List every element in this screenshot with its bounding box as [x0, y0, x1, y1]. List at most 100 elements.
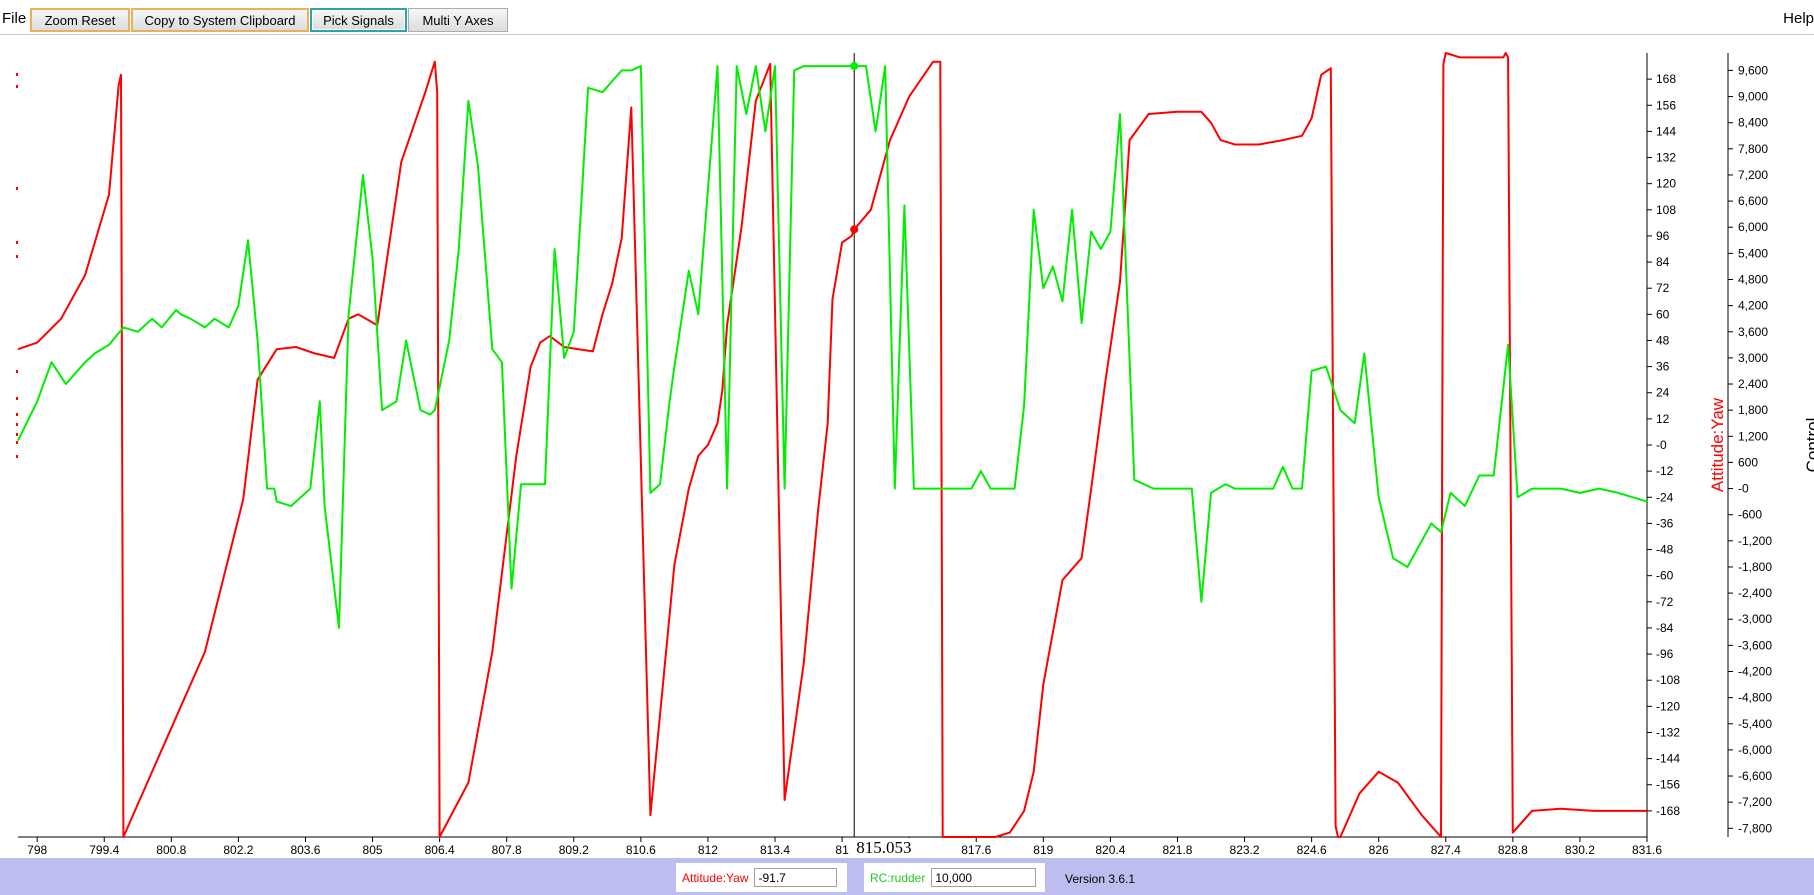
- x-tick-label: 813.4: [760, 843, 790, 857]
- control-tick-label: 3,600: [1738, 325, 1768, 339]
- edge-marker: [16, 241, 18, 244]
- x-tick-label: 812: [698, 843, 718, 857]
- x-tick-label: 81: [835, 843, 849, 857]
- yaw-tick-label: -84: [1656, 621, 1674, 635]
- x-tick-label: 809.2: [559, 843, 589, 857]
- edge-marker: [16, 441, 18, 444]
- edge-marker: [16, 397, 18, 400]
- x-tick-label: 817.6: [961, 843, 991, 857]
- x-tick-label: 824.6: [1297, 843, 1327, 857]
- toolbar: File Zoom Reset Copy to System Clipboard…: [0, 0, 1814, 35]
- yaw-tick-label: -156: [1656, 778, 1680, 792]
- yaw-tick-label: -12: [1656, 464, 1674, 478]
- status-bar: Attitude:Yaw RC:rudder Version 3.6.1: [0, 858, 1814, 895]
- edge-marker: [16, 370, 18, 373]
- edge-marker: [16, 423, 18, 426]
- yaw-axis-ticks: 168 156 144 132 120 108 96 84 72 60 48 36 24 12 -0 -12 -…: [1647, 72, 1680, 818]
- yaw-tick-label: 156: [1656, 98, 1676, 112]
- x-tick-label: 810.6: [626, 843, 656, 857]
- yaw-tick-label: -96: [1656, 647, 1674, 661]
- yaw-tick-label: -144: [1656, 752, 1680, 766]
- menu-help[interactable]: Help: [1783, 10, 1814, 27]
- x-tick-label: 803.6: [290, 843, 320, 857]
- edge-marker: [16, 73, 18, 76]
- yaw-tick-label: -36: [1656, 516, 1674, 530]
- x-tick-label: 820.4: [1095, 843, 1125, 857]
- control-tick-label: -4,800: [1738, 691, 1772, 705]
- yaw-tick-label: 96: [1656, 229, 1670, 243]
- control-tick-label: -5,400: [1738, 717, 1772, 731]
- plot-area[interactable]: 168 156 144 132 120 108 96 84 72 60 48 36 24 12 -0 -12 -…: [0, 35, 1814, 858]
- yaw-tick-label: -72: [1656, 595, 1674, 609]
- x-tick-label: 799.4: [89, 843, 119, 857]
- version-label: Version 3.6.1: [1065, 872, 1136, 886]
- control-tick-label: 5,400: [1738, 246, 1768, 260]
- edge-marker: [16, 413, 18, 416]
- yaw-tick-label: -168: [1656, 804, 1680, 818]
- yaw-axis-label: Attitude:Yaw: [1708, 397, 1727, 492]
- yaw-tick-label: 60: [1656, 307, 1670, 321]
- edge-marker: [16, 433, 18, 436]
- pick-signals-button[interactable]: Pick Signals: [310, 8, 407, 32]
- control-tick-label: 4,200: [1738, 299, 1768, 313]
- yaw-tick-label: 144: [1656, 124, 1676, 138]
- zoom-reset-button[interactable]: Zoom Reset: [30, 8, 130, 32]
- cursor[interactable]: 815.053: [850, 53, 928, 858]
- control-tick-label: 3,000: [1738, 351, 1768, 365]
- control-tick-label: 4,800: [1738, 272, 1768, 286]
- yaw-tick-label: 72: [1656, 281, 1670, 295]
- control-tick-label: 7,200: [1738, 168, 1768, 182]
- control-tick-label: -1,200: [1738, 534, 1772, 548]
- control-tick-label: -2,400: [1738, 586, 1772, 600]
- yaw-tick-label: 48: [1656, 333, 1670, 347]
- control-tick-label: -3,000: [1738, 612, 1772, 626]
- rudder-value-field[interactable]: [931, 868, 1037, 887]
- yaw-value-field[interactable]: [754, 868, 838, 887]
- control-tick-label: -6,000: [1738, 743, 1772, 757]
- yaw-cursor-marker: [850, 225, 859, 234]
- yaw-tick-label: -0: [1656, 438, 1667, 452]
- control-tick-label: -3,600: [1738, 638, 1772, 652]
- x-tick-label: 826: [1369, 843, 1389, 857]
- x-tick-label: 805: [363, 843, 383, 857]
- yaw-tick-label: -120: [1656, 699, 1680, 713]
- yaw-tick-label: 132: [1656, 151, 1676, 165]
- x-axis-ticks: 798 799.4 800.8 802.2 803.6 805 806.4 807.8 809.…: [27, 837, 1662, 857]
- multi-y-axes-button[interactable]: Multi Y Axes: [408, 8, 508, 32]
- edge-marker: [16, 455, 18, 458]
- control-tick-label: 6,000: [1738, 220, 1768, 234]
- x-tick-label: 827.4: [1431, 843, 1461, 857]
- edge-marker: [16, 187, 18, 190]
- edge-marker: [16, 85, 18, 88]
- copy-to-clipboard-button[interactable]: Copy to System Clipboard: [131, 8, 309, 32]
- yaw-tick-label: 12: [1656, 412, 1670, 426]
- x-tick-label: 806.4: [425, 843, 455, 857]
- control-tick-label: 600: [1738, 455, 1758, 469]
- yaw-tick-label: -60: [1656, 569, 1674, 583]
- yaw-tick-label: 168: [1656, 72, 1676, 86]
- yaw-tick-label: 120: [1656, 177, 1676, 191]
- control-tick-label: 8,400: [1738, 116, 1768, 130]
- control-tick-label: -7,200: [1738, 795, 1772, 809]
- menu-file[interactable]: File: [2, 10, 26, 27]
- x-tick-label: 823.2: [1230, 843, 1260, 857]
- rudder-readout: RC:rudder: [864, 863, 1045, 892]
- x-tick-label: 830.2: [1565, 843, 1595, 857]
- yaw-tick-label: 24: [1656, 386, 1670, 400]
- control-axis-label: Control: [1803, 418, 1814, 473]
- control-axis-ticks: 9,600 9,000 8,400 7,800 7,200 6,600 6,000 5,400…: [1728, 63, 1772, 835]
- yaw-readout-label: Attitude:Yaw: [682, 870, 749, 885]
- yaw-tick-label: 36: [1656, 360, 1670, 374]
- yaw-tick-label: 108: [1656, 203, 1676, 217]
- control-tick-label: 1,200: [1738, 429, 1768, 443]
- control-tick-label: -0: [1738, 482, 1749, 496]
- control-tick-label: -6,600: [1738, 769, 1772, 783]
- x-tick-label: 798: [27, 843, 47, 857]
- yaw-tick-label: -24: [1656, 490, 1674, 504]
- x-tick-label: 828.8: [1498, 843, 1528, 857]
- x-tick-label: 802.2: [223, 843, 253, 857]
- yaw-tick-label: -132: [1656, 725, 1680, 739]
- rc-rudder-line: [17, 65, 1648, 629]
- x-tick-label: 800.8: [156, 843, 186, 857]
- control-tick-label: 1,800: [1738, 403, 1768, 417]
